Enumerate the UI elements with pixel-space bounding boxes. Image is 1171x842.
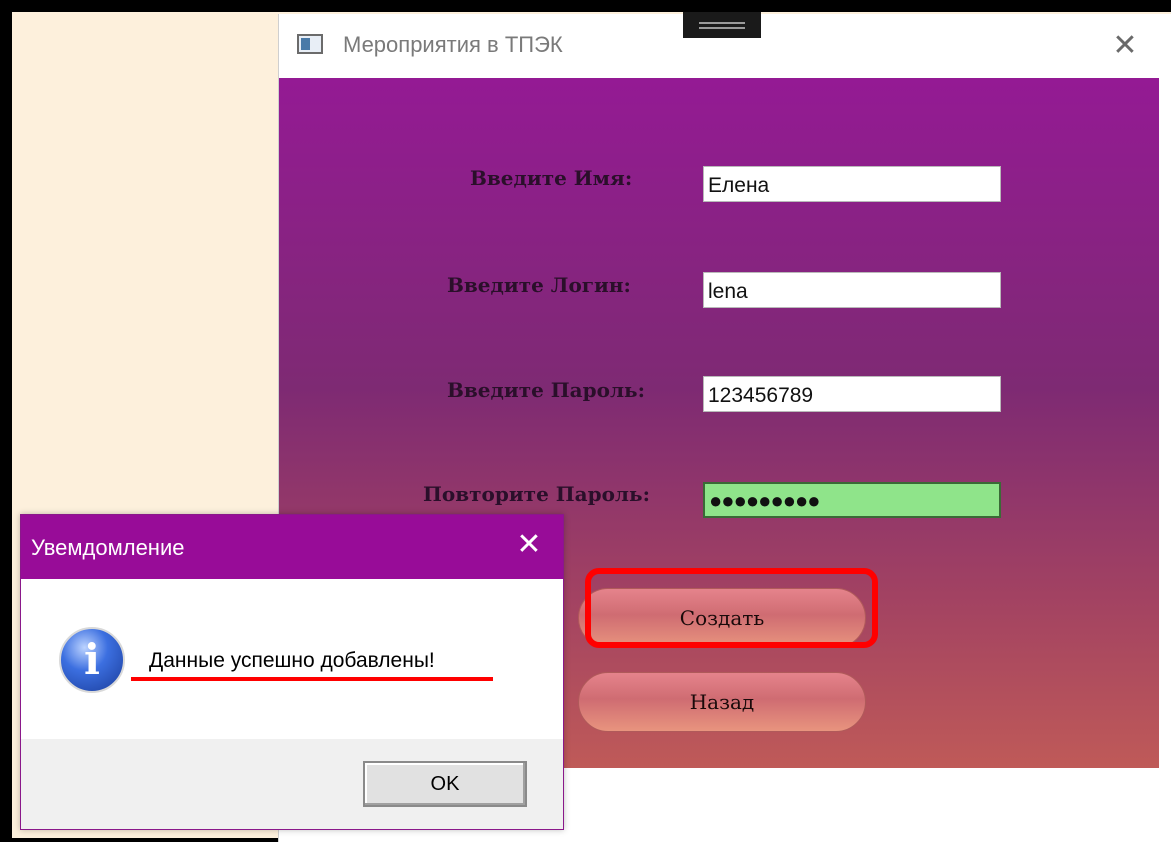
back-button[interactable]: Назад [578, 672, 866, 732]
drag-handle[interactable] [683, 12, 761, 38]
dialog-message: Данные успешно добавлены! [149, 649, 435, 672]
window-title: Мероприятия в ТПЭК [343, 32, 563, 57]
dialog-close-icon[interactable]: ✕ [509, 525, 549, 565]
name-input[interactable]: Елена [703, 166, 1001, 202]
password-input[interactable]: 123456789 [703, 376, 1001, 412]
message-underline [131, 677, 493, 681]
dialog-titlebar[interactable]: Увемдомление ✕ [21, 515, 563, 579]
dialog-title: Увемдомление [31, 535, 185, 560]
ok-button[interactable]: OK [363, 761, 527, 807]
dialog-footer: OK [21, 739, 563, 829]
repeat-password-label: Повторите Пароль: [423, 482, 650, 506]
close-icon[interactable]: ✕ [1105, 26, 1145, 66]
app-window-icon [297, 34, 323, 54]
name-label: Введите Имя: [470, 166, 633, 190]
repeat-password-input[interactable]: ●●●●●●●●● [703, 482, 1001, 518]
window-titlebar[interactable]: Мероприятия в ТПЭК ✕ [279, 12, 1171, 78]
password-label: Введите Пароль: [447, 378, 645, 402]
login-input[interactable]: lena [703, 272, 1001, 308]
notification-dialog: Увемдомление ✕ i Данные успешно добавлен… [20, 514, 564, 830]
login-label: Введите Логин: [447, 273, 631, 297]
info-icon: i [59, 627, 125, 693]
create-button-highlight [585, 568, 878, 648]
